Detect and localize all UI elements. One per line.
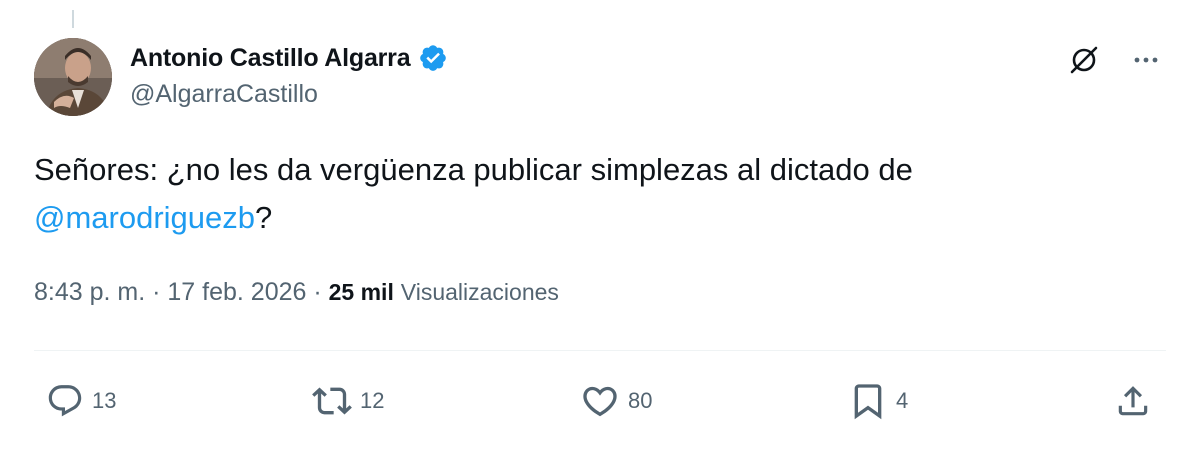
verified-badge-icon[interactable]: [418, 43, 448, 73]
views-spacer: [394, 278, 401, 307]
bookmark-icon: [854, 384, 882, 420]
heart-icon: [583, 386, 617, 417]
avatar-photo: [34, 38, 112, 116]
bookmark-count: 4: [896, 388, 909, 413]
grok-icon: [1070, 46, 1098, 74]
more-icon: [1134, 57, 1158, 63]
reply-count: 13: [92, 388, 117, 413]
meta-separator-2: ·: [306, 278, 329, 306]
avatar[interactable]: [34, 38, 112, 116]
tweet-date[interactable]: 17 feb. 2026: [167, 278, 306, 307]
repost-icon: [312, 387, 352, 415]
reply-icon: [48, 385, 82, 417]
share-button[interactable]: [1114, 380, 1152, 422]
meta-separator: ·: [145, 278, 168, 306]
repost-count: 12: [360, 388, 385, 413]
grok-button[interactable]: [1064, 40, 1104, 80]
bookmark-button[interactable]: 4: [848, 380, 908, 422]
tweet-actions-bar: 13 12 80 4: [0, 380, 1196, 422]
like-button[interactable]: 80: [580, 380, 652, 422]
like-count: 80: [628, 388, 653, 413]
author-display-name[interactable]: Antonio Castillo Algarra: [130, 44, 411, 73]
views-count: 25 mil: [328, 279, 394, 305]
more-options-button[interactable]: [1126, 40, 1166, 80]
views-label: Visualizaciones: [400, 279, 559, 305]
share-icon: [1118, 386, 1148, 416]
divider: [34, 350, 1166, 351]
reply-button[interactable]: 13: [46, 380, 116, 422]
author-handle[interactable]: @AlgarraCastillo: [130, 80, 318, 109]
tweet-metadata: 8:43 p. m. · 17 feb. 2026 · 25 mil Visua…: [34, 278, 559, 307]
repost-button[interactable]: 12: [312, 380, 384, 422]
tweet-text-end: ?: [255, 200, 273, 235]
thread-connector: [72, 10, 74, 28]
tweet-text-body: Señores: ¿no les da vergüenza publicar s…: [34, 152, 913, 187]
tweet-text: Señores: ¿no les da vergüenza publicar s…: [34, 146, 1154, 242]
tweet-time[interactable]: 8:43 p. m.: [34, 278, 145, 307]
mention-link[interactable]: @marodriguezb: [34, 200, 255, 235]
tweet-header-actions: [1064, 40, 1166, 80]
author-name-row: Antonio Castillo Algarra: [130, 40, 448, 76]
